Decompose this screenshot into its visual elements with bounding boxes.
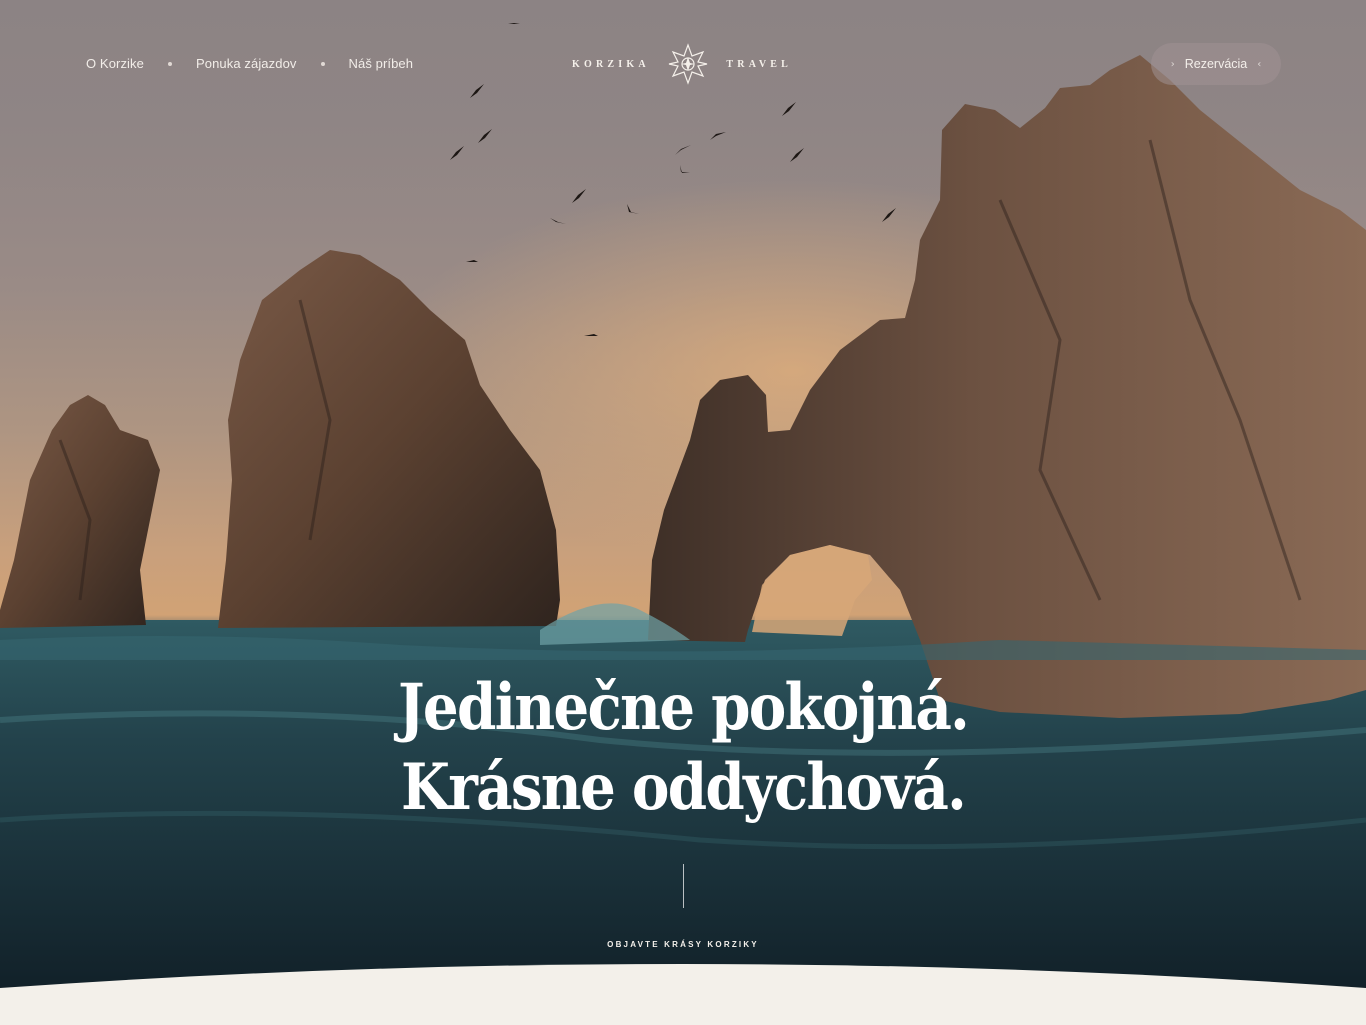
site-logo[interactable]: KORZIKA TRAVEL <box>572 42 792 86</box>
chevron-right-icon: › <box>1170 58 1175 70</box>
hero-headline: Jedinečne pokojná. Krásne oddychová. <box>0 668 1366 828</box>
section-curve-divider <box>0 964 1366 1025</box>
logo-word-right: TRAVEL <box>726 58 792 70</box>
hero-headline-line-2: Krásne oddychová. <box>401 750 967 825</box>
hero-section: O Korzike Ponuka zájazdov Náš príbeh KOR… <box>0 0 1366 1025</box>
nav-separator-dot <box>320 61 325 66</box>
nav-link-nas-pribeh[interactable]: Náš príbeh <box>349 56 414 71</box>
nav-link-o-korzike[interactable]: O Korzike <box>86 56 144 71</box>
nav-separator-dot <box>167 61 172 66</box>
scroll-indicator-line <box>683 864 684 908</box>
chevron-left-icon: ‹ <box>1257 58 1262 70</box>
top-navigation: O Korzike Ponuka zájazdov Náš príbeh KOR… <box>0 0 1366 130</box>
nav-link-ponuka-zajazdov[interactable]: Ponuka zájazdov <box>196 56 297 71</box>
nav-links: O Korzike Ponuka zájazdov Náš príbeh <box>86 56 413 71</box>
reservation-button-label: Rezervácia <box>1184 57 1248 71</box>
discover-cta-link[interactable]: OBJAVTE KRÁSY KORZIKY <box>0 940 1366 949</box>
compass-rose-icon <box>668 43 708 85</box>
reservation-button[interactable]: › Rezervácia ‹ <box>1151 43 1281 85</box>
logo-word-left: KORZIKA <box>572 58 650 70</box>
hero-headline-line-1: Jedinečne pokojná. <box>398 670 970 745</box>
